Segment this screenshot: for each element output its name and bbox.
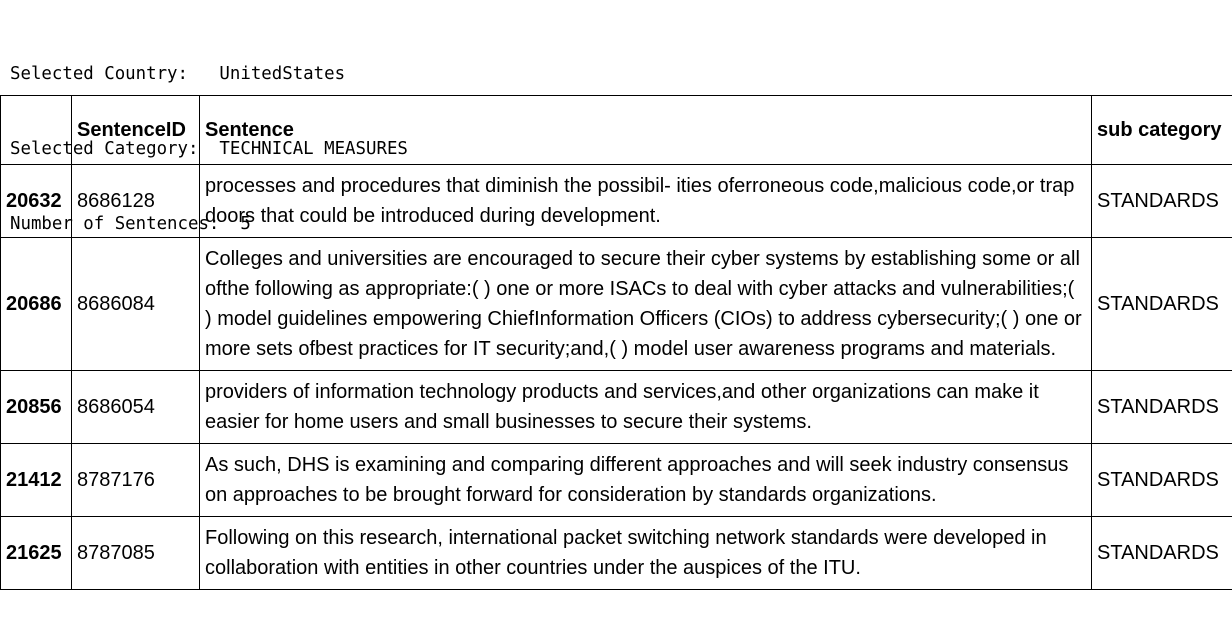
sentence-cell: Following on this research, internationa…	[199, 516, 1092, 590]
sentence-id-cell: 8686128	[71, 164, 200, 238]
table-row: 21625 8787085 Following on this research…	[0, 516, 1232, 590]
row-index: 20686	[0, 237, 72, 371]
selected-country-line: Selected Country: UnitedStates	[10, 62, 408, 87]
table-header: SentenceID Sentence sub category	[0, 95, 1232, 165]
sentence-id-cell: 8787176	[71, 443, 200, 517]
index-header	[0, 95, 72, 165]
selected-country-label: Selected Country:	[10, 64, 188, 84]
table-body: 20632 8686128 processes and procedures t…	[0, 164, 1232, 590]
sentence-cell: As such, DHS is examining and comparing …	[199, 443, 1092, 517]
sentence-cell: processes and procedures that diminish t…	[199, 164, 1092, 238]
selected-country-value: UnitedStates	[219, 64, 346, 84]
header-row: SentenceID Sentence sub category	[0, 95, 1232, 165]
sub-category-cell: STANDARDS	[1091, 516, 1232, 590]
sentence-cell: Colleges and universities are encouraged…	[199, 237, 1092, 371]
sentence-cell: providers of information technology prod…	[199, 370, 1092, 444]
table-row: 21412 8787176 As such, DHS is examining …	[0, 443, 1232, 517]
sentence-id-header: SentenceID	[71, 95, 200, 165]
table-row: 20686 8686084 Colleges and universities …	[0, 237, 1232, 371]
sub-category-cell: STANDARDS	[1091, 370, 1232, 444]
sentence-header: Sentence	[199, 95, 1092, 165]
sentence-id-cell: 8686054	[71, 370, 200, 444]
row-index: 21412	[0, 443, 72, 517]
row-index: 20856	[0, 370, 72, 444]
table-row: 20856 8686054 providers of information t…	[0, 370, 1232, 444]
sub-category-cell: STANDARDS	[1091, 443, 1232, 517]
sub-category-header: sub category	[1091, 95, 1232, 165]
sentence-id-cell: 8686084	[71, 237, 200, 371]
sentences-table: SentenceID Sentence sub category 20632 8…	[0, 95, 1232, 590]
sentence-id-cell: 8787085	[71, 516, 200, 590]
table-row: 20632 8686128 processes and procedures t…	[0, 164, 1232, 238]
sub-category-cell: STANDARDS	[1091, 164, 1232, 238]
sub-category-cell: STANDARDS	[1091, 237, 1232, 371]
row-index: 21625	[0, 516, 72, 590]
row-index: 20632	[0, 164, 72, 238]
